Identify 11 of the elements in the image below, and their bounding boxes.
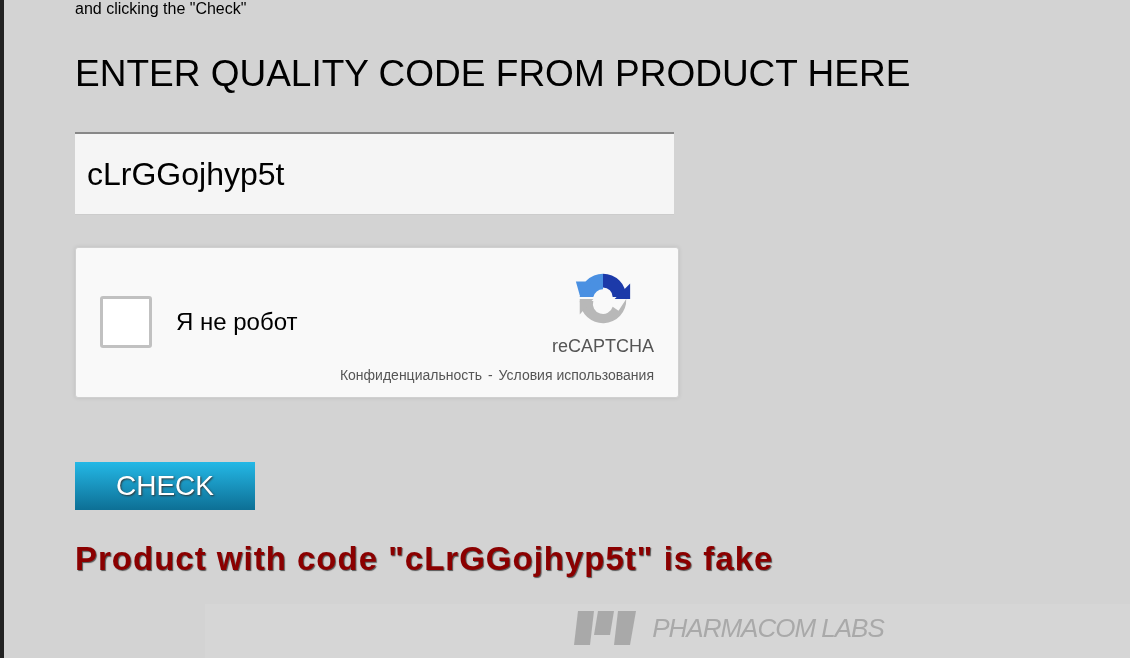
section-heading: ENTER QUALITY CODE FROM PRODUCT HERE (75, 54, 912, 94)
privacy-link[interactable]: Конфиденциальность (339, 367, 482, 383)
logo-mark-icon (572, 609, 639, 647)
link-separator: - (487, 367, 493, 383)
captcha-label: Я не робот (176, 308, 298, 336)
captcha-checkbox[interactable] (100, 296, 152, 348)
instruction-text: and clicking the "Check" (75, 0, 248, 18)
code-input-field[interactable]: cLrGGojhyp5t (75, 132, 674, 215)
result-message: Product with code "cLrGGojhyp5t" is fake (75, 540, 775, 578)
terms-link[interactable]: Условия использования (498, 367, 654, 383)
recaptcha-brand: reCAPTCHA (552, 336, 654, 357)
